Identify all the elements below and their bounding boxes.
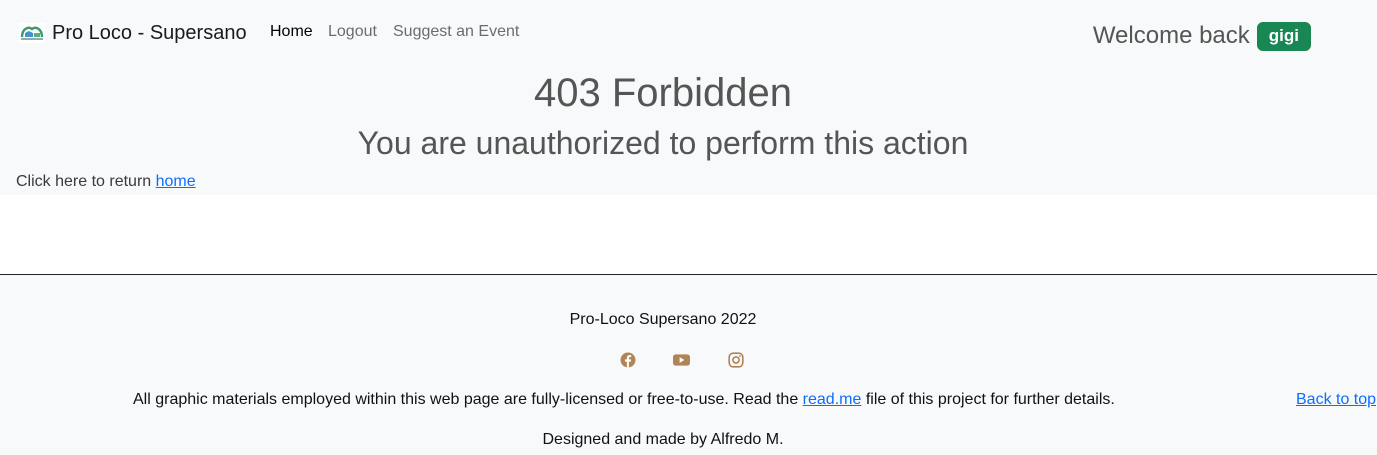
brand-name: Pro Loco - Supersano bbox=[52, 21, 247, 44]
nav-home[interactable]: Home bbox=[270, 23, 313, 41]
username-badge: gigi bbox=[1256, 21, 1311, 51]
nav-logout[interactable]: Logout bbox=[328, 23, 377, 41]
readme-link[interactable]: read.me bbox=[803, 391, 862, 408]
tree-house-logo-icon bbox=[18, 21, 46, 45]
youtube-icon[interactable] bbox=[673, 351, 690, 368]
welcome-text: Welcome back bbox=[1092, 22, 1250, 49]
back-to-top-link[interactable]: Back to top bbox=[1296, 391, 1376, 409]
footer-copyright: Pro-Loco Supersano 2022 bbox=[569, 311, 757, 328]
nav-suggest-event[interactable]: Suggest an Event bbox=[393, 23, 519, 41]
return-home-link[interactable]: home bbox=[156, 173, 196, 190]
instagram-icon[interactable] bbox=[727, 351, 744, 368]
return-line: Click here to return home bbox=[16, 173, 196, 191]
designed-by: Designed and made by Alfredo M. bbox=[542, 431, 784, 448]
license-notice: All graphic materials employed within th… bbox=[133, 391, 1115, 409]
page-header-area: Pro Loco - Supersano Home Logout Suggest… bbox=[0, 0, 1377, 195]
brand-link[interactable]: Pro Loco - Supersano bbox=[18, 20, 247, 46]
welcome-message: Welcome back gigi bbox=[1093, 20, 1311, 52]
license-text: All graphic materials employed within th… bbox=[133, 391, 799, 408]
footer: Pro-Loco Supersano 2022 All graphic mate… bbox=[0, 274, 1377, 455]
page-title: 403 Forbidden bbox=[534, 71, 792, 115]
return-text: Click here to return bbox=[16, 173, 152, 190]
error-subtitle: You are unauthorized to perform this act… bbox=[357, 125, 969, 161]
social-links bbox=[619, 351, 744, 368]
facebook-icon[interactable] bbox=[619, 351, 636, 368]
license-text-suffix: file of this project for further details… bbox=[865, 391, 1115, 408]
